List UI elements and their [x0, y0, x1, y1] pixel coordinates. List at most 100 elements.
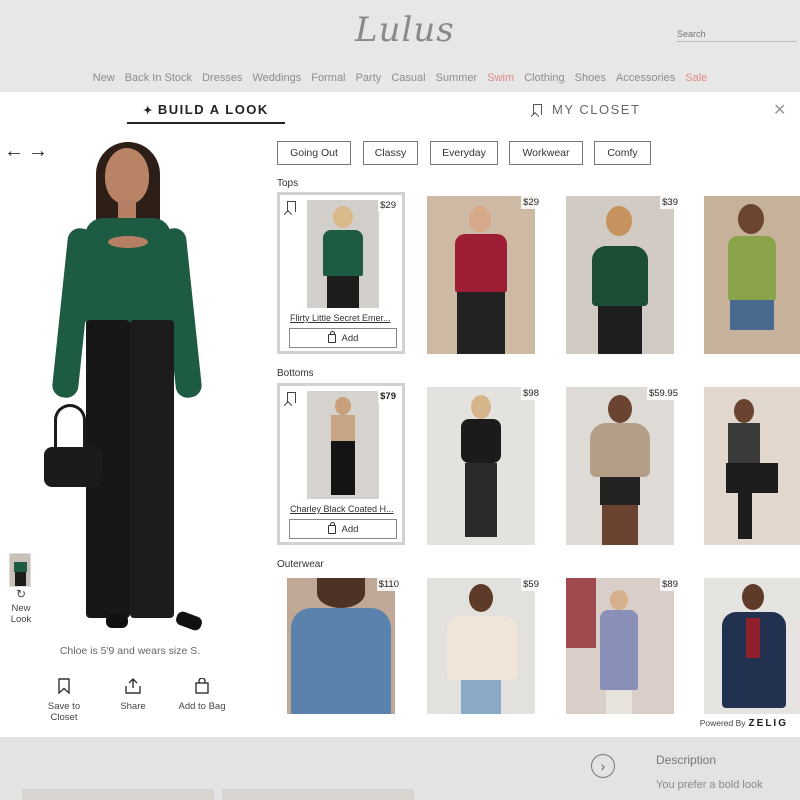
thumb-top	[14, 562, 27, 572]
product-card-tops-selected[interactable]: $29 Flirty Little Secret Emer... Add	[277, 192, 405, 354]
lulus-logo[interactable]: Lulus	[355, 10, 455, 50]
product-name[interactable]: Flirty Little Secret Emer...	[290, 313, 398, 323]
filter-comfy[interactable]: Comfy	[594, 141, 651, 165]
section-title-tops: Tops	[277, 178, 299, 189]
product-image	[427, 196, 535, 354]
model-shoe-right	[174, 609, 204, 633]
description-text: You prefer a bold look	[656, 779, 763, 791]
shopping-bag-icon	[327, 330, 336, 343]
tab-my-closet[interactable]: MY CLOSET	[533, 102, 640, 124]
bag-label: Add to Bag	[178, 701, 226, 712]
nav-item-sale[interactable]: Sale	[685, 72, 707, 84]
nav-item-dresses[interactable]: Dresses	[202, 72, 242, 84]
product-card-outerwear-1[interactable]: $110	[277, 574, 405, 714]
product-price: $89	[660, 578, 680, 591]
share-button[interactable]: Share	[103, 675, 163, 712]
main-nav: New Back In Stock Dresses Weddings Forma…	[0, 72, 800, 84]
product-image	[427, 387, 535, 545]
tab-build-a-look[interactable]: ✦ BUILD A LOOK	[127, 102, 285, 124]
product-card-bottoms-2[interactable]: $98	[417, 383, 545, 545]
save-to-closet-button[interactable]: Save to Closet	[34, 675, 94, 723]
sparkle-icon: ✦	[143, 105, 154, 117]
product-card-outerwear-4[interactable]	[695, 574, 800, 714]
product-card-tops-2[interactable]: $29	[417, 192, 545, 354]
add-label: Add	[341, 523, 359, 535]
nav-item-party[interactable]: Party	[356, 72, 382, 84]
product-price: $29	[521, 196, 541, 209]
product-card-outerwear-2[interactable]: $59	[417, 574, 545, 714]
handbag	[44, 447, 102, 487]
chevron-right-icon[interactable]: ›	[591, 754, 615, 778]
product-card-tops-3[interactable]: $39	[556, 192, 684, 354]
model-top-cutout	[108, 236, 148, 248]
site-header: Lulus New Back In Stock Dresses Weddings…	[0, 0, 800, 92]
search-input[interactable]	[677, 26, 797, 42]
nav-item-weddings[interactable]: Weddings	[253, 72, 302, 84]
model-image	[40, 142, 220, 642]
product-tile[interactable]	[22, 789, 214, 800]
new-look-label: New Look	[10, 603, 32, 625]
model-shoe-left	[106, 614, 128, 628]
bookmark-icon	[34, 675, 94, 697]
product-price: $98	[521, 387, 541, 400]
bookmark-icon[interactable]	[287, 392, 296, 403]
nav-item-clothing[interactable]: Clothing	[524, 72, 564, 84]
filter-going-out[interactable]: Going Out	[277, 141, 351, 165]
look-thumbnail[interactable]	[9, 553, 31, 587]
bookmark-icon[interactable]	[287, 201, 296, 212]
section-title-bottoms: Bottoms	[277, 368, 314, 379]
product-price: $110	[376, 578, 401, 591]
shopping-bag-icon	[172, 675, 232, 697]
add-label: Add	[341, 332, 359, 344]
description-heading: Description	[656, 753, 717, 767]
nav-item-back-in-stock[interactable]: Back In Stock	[125, 72, 192, 84]
section-title-outerwear: Outerwear	[277, 559, 324, 570]
nav-item-accessories[interactable]: Accessories	[616, 72, 675, 84]
product-price: $39	[660, 196, 680, 209]
tab-closet-label: MY CLOSET	[552, 102, 641, 117]
filter-everyday[interactable]: Everyday	[430, 141, 498, 165]
nav-item-shoes[interactable]: Shoes	[575, 72, 606, 84]
product-card-bottoms-3[interactable]: $59.95	[556, 383, 684, 545]
thumb-bottom	[15, 572, 26, 586]
product-name[interactable]: Charley Black Coated H...	[290, 504, 398, 514]
nav-item-swim[interactable]: Swim	[487, 72, 514, 84]
product-image	[704, 578, 800, 714]
close-icon[interactable]: ✕	[773, 100, 786, 120]
product-image	[566, 387, 674, 545]
product-image	[287, 578, 395, 714]
nav-item-formal[interactable]: Formal	[311, 72, 345, 84]
add-to-bag-button[interactable]: Add to Bag	[172, 675, 232, 712]
filter-workwear[interactable]: Workwear	[509, 141, 583, 165]
add-button[interactable]: Add	[289, 328, 397, 348]
zelig-logo: ZELIG	[748, 718, 788, 729]
product-card-outerwear-3[interactable]: $89	[556, 574, 684, 714]
product-card-tops-4[interactable]	[695, 192, 800, 354]
product-image	[704, 387, 800, 545]
product-price: $79	[378, 390, 398, 403]
new-look-button[interactable]: ↻ New Look	[4, 587, 38, 625]
nav-item-new[interactable]: New	[93, 72, 115, 84]
product-card-bottoms-selected[interactable]: $79 Charley Black Coated H... Add	[277, 383, 405, 545]
nav-item-casual[interactable]: Casual	[391, 72, 425, 84]
product-card-bottoms-4[interactable]	[695, 383, 800, 545]
add-button[interactable]: Add	[289, 519, 397, 539]
model-top	[85, 218, 171, 324]
product-image	[566, 196, 674, 354]
arrow-left-icon[interactable]: ←	[4, 140, 24, 163]
build-a-look-modal: ✦ BUILD A LOOK MY CLOSET ✕ ← → ↻ New Look…	[0, 92, 800, 737]
share-icon	[103, 675, 163, 697]
model-caption: Chloe is 5'9 and wears size S.	[59, 645, 201, 657]
powered-by: Powered By ZELIG	[700, 718, 788, 729]
product-image	[307, 200, 379, 308]
nav-item-summer[interactable]: Summer	[436, 72, 478, 84]
product-tile[interactable]	[222, 789, 414, 800]
refresh-icon: ↻	[15, 587, 27, 601]
tab-build-label: BUILD A LOOK	[157, 102, 269, 117]
product-image	[307, 391, 379, 499]
share-label: Share	[120, 701, 146, 712]
bookmark-icon	[533, 104, 542, 115]
model-neck	[118, 200, 136, 220]
filter-classy[interactable]: Classy	[363, 141, 418, 165]
save-label: Save to Closet	[47, 701, 81, 723]
